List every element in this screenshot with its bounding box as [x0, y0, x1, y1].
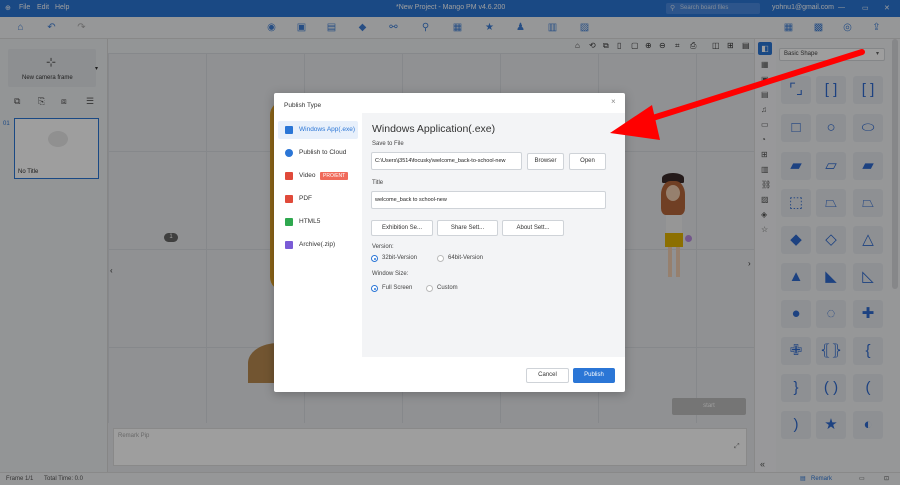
- annotation-arrow: [610, 49, 865, 140]
- arrow-head: [610, 105, 660, 140]
- arrow-shaft: [637, 49, 865, 125]
